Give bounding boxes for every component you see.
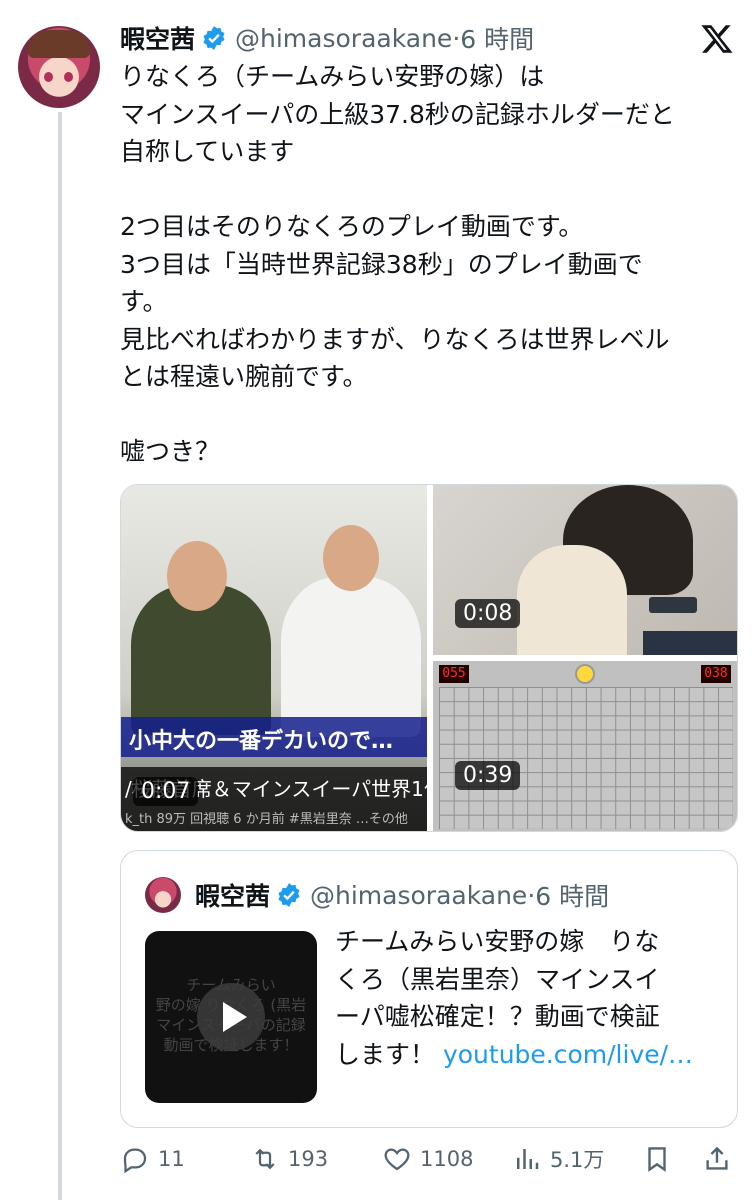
reply-button[interactable]: 11 — [120, 1144, 185, 1174]
separator: · — [452, 23, 461, 53]
person-body — [517, 545, 627, 655]
avatar-eye — [64, 72, 73, 82]
video-thumbnail-2[interactable]: 0:08 — [433, 485, 737, 655]
views-count: 5.1万 — [550, 1148, 605, 1172]
tweet-line: 見比べればわかりますが、りなくろは世界レベル — [120, 324, 670, 354]
verified-badge-icon — [203, 26, 225, 50]
quoted-avatar — [145, 877, 181, 913]
tweet-line: とは程遠い腕前です。 — [120, 362, 368, 391]
bookmark-button[interactable] — [642, 1144, 680, 1174]
bookmark-icon — [648, 1147, 666, 1172]
quoted-tweet[interactable]: 暇空茜 @himasoraakane · 6 時間 チームみらい 野の嫁 りなく… — [120, 850, 738, 1128]
minesweeper-board — [439, 687, 733, 829]
like-count: 1108 — [420, 1147, 474, 1171]
quoted-author-handle: @himasoraakane — [310, 880, 528, 910]
repost-icon — [255, 1148, 275, 1170]
person-left-head — [167, 541, 227, 611]
tweet-text: りなくろ（チームみらい安野の嫁）は マインスイーパの上級37.8秒の記録ホルダー… — [120, 58, 730, 471]
tweet-line: 自称しています — [120, 137, 295, 166]
tweet-line: マインスイーパの上級37.8秒の記録ホルダーだと — [120, 99, 675, 129]
video-thumbnail-1[interactable]: 小中大の一番デカいので… /桜藤首席＆マインスイーパ世界1位 – k_th 89… — [121, 485, 427, 831]
quoted-timestamp: 6 時間 — [535, 882, 610, 911]
action-bar: 11 193 1108 5.1万 — [120, 1140, 740, 1184]
quoted-line: チームみらい安野の嫁 りな — [335, 927, 660, 956]
timer-counter: 038 — [701, 665, 731, 683]
smiley-face-icon — [575, 664, 595, 684]
avatar[interactable] — [18, 26, 100, 108]
like-button[interactable]: 1108 — [382, 1144, 473, 1174]
thread-line — [58, 112, 62, 1200]
quoted-line: ーパ嘘松確定！？動画で検証 — [335, 1002, 660, 1031]
play-icon[interactable] — [197, 983, 265, 1051]
tweet-line: 2つ目はそのりなくろのプレイ動画です。 — [120, 212, 584, 241]
analytics-icon — [517, 1149, 539, 1169]
repost-count: 193 — [288, 1147, 329, 1171]
reply-count: 11 — [158, 1147, 185, 1171]
person-right-head — [323, 525, 379, 591]
quoted-author-name: 暇空茜 — [195, 882, 271, 911]
video-duration: 0:39 — [455, 761, 521, 790]
verified-badge-icon — [278, 883, 300, 907]
heart-icon — [384, 1148, 410, 1171]
quoted-text: チームみらい安野の嫁 りな くろ（黒岩里奈）マインスイ ーパ嘘松確定！？動画で検… — [335, 923, 725, 1073]
quoted-line-text: します！ — [335, 1039, 443, 1069]
tweet-line: す。 — [120, 287, 168, 316]
tweet-header: 暇空茜 @himasoraakane · 6 時間 — [120, 20, 534, 56]
video-duration: 0:07 — [133, 777, 199, 806]
media-grid: 小中大の一番デカいので… /桜藤首席＆マインスイーパ世界1位 – k_th 89… — [120, 484, 738, 832]
author-handle[interactable]: @himasoraakane — [235, 24, 452, 53]
subtitle-line: k_th 89万 回視聴 6 か月前 #黒岩里奈 …その他 — [125, 812, 408, 827]
share-icon — [706, 1146, 728, 1170]
quoted-line: します！ youtube.com/live/… — [335, 1036, 725, 1074]
video-caption: 小中大の一番デカいので… — [121, 717, 427, 757]
quoted-link[interactable]: youtube.com/live/… — [443, 1040, 693, 1069]
timestamp[interactable]: 6 時間 — [460, 20, 534, 56]
views-button[interactable]: 5.1万 — [512, 1144, 604, 1174]
keyboard — [643, 631, 737, 655]
quoted-header: 暇空茜 @himasoraakane · 6 時間 — [195, 877, 609, 913]
phone — [649, 597, 697, 613]
x-logo-icon[interactable] — [700, 22, 734, 56]
tweet-line: 3つ目は「当時世界記録38秒」のプレイ動画で — [120, 249, 643, 279]
quoted-video-thumbnail[interactable]: チームみらい 野の嫁 りなくろ (黒岩 マインスイーパの記録 動画で検証します！ — [145, 931, 317, 1103]
person-right — [281, 577, 421, 737]
reply-icon — [123, 1148, 147, 1174]
video-thumbnail-3[interactable]: 055 038 0:39 — [433, 661, 737, 831]
mine-counter: 055 — [439, 665, 469, 683]
separator: · — [527, 880, 536, 910]
author-name[interactable]: 暇空茜 — [120, 20, 195, 56]
avatar-eye — [44, 72, 53, 82]
avatar-hat — [28, 30, 90, 58]
video-duration: 0:08 — [455, 599, 521, 628]
quoted-line: くろ（黒岩里奈）マインスイ — [335, 964, 660, 994]
share-button[interactable] — [702, 1144, 740, 1174]
tweet-line: りなくろ（チームみらい安野の嫁）は — [120, 62, 545, 91]
repost-button[interactable]: 193 — [250, 1144, 328, 1174]
tweet-line: 嘘つき？ — [120, 437, 221, 466]
